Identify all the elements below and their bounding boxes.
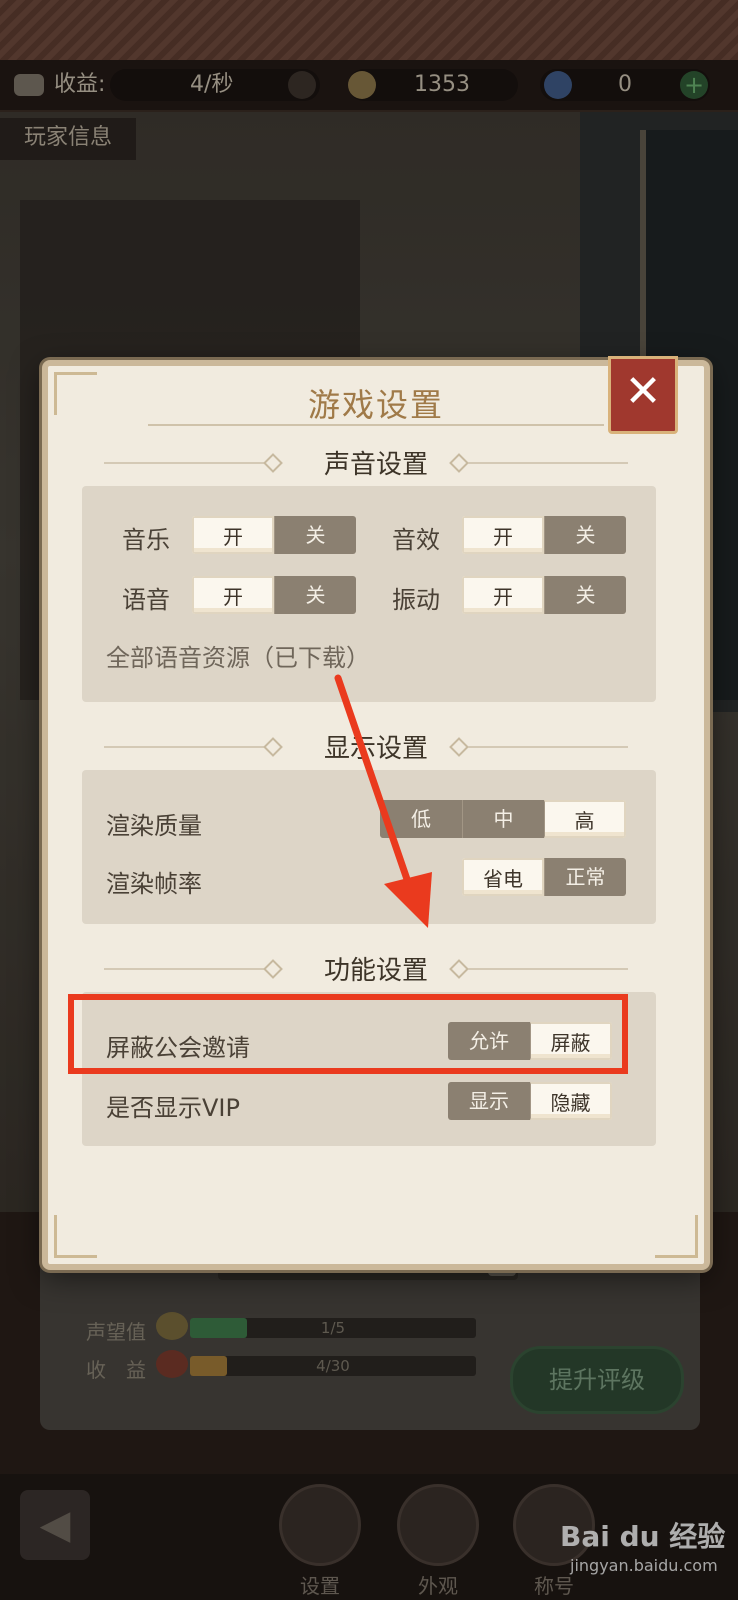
- quality-high-option[interactable]: 高: [544, 800, 626, 838]
- frame-rate-label: 渲染帧率: [106, 870, 202, 898]
- close-button[interactable]: ✕: [608, 356, 678, 434]
- voice-resources-link[interactable]: 全部语音资源（已下载）: [106, 638, 370, 673]
- corner-ornament: [54, 1215, 97, 1258]
- display-settings-group: 渲染质量 低 中 高 渲染帧率 省电 正常: [82, 770, 656, 924]
- voice-off-option[interactable]: 关: [274, 576, 356, 614]
- music-label: 音乐: [122, 526, 170, 554]
- voice-on-option[interactable]: 开: [192, 576, 274, 614]
- sound-settings-group: 音乐 开 关 音效 开 关 语音 开 关 振动 开 关 全部语音资源（已下载）: [82, 486, 656, 702]
- section-rule: [468, 746, 628, 748]
- render-quality-label: 渲染质量: [106, 812, 202, 840]
- title-divider: [148, 424, 604, 426]
- music-toggle[interactable]: 开 关: [192, 516, 356, 554]
- vibration-off-option[interactable]: 关: [544, 576, 626, 614]
- sfx-label: 音效: [392, 526, 440, 554]
- voice-label: 语音: [122, 586, 170, 614]
- sfx-toggle[interactable]: 开 关: [462, 516, 626, 554]
- dialog-title: 游戏设置: [307, 386, 444, 424]
- vip-show-option[interactable]: 显示: [448, 1082, 530, 1120]
- quality-medium-option[interactable]: 中: [462, 800, 544, 838]
- game-settings-dialog: 游戏设置 ✕ 声音设置 音乐 开 关 音效 开 关 语音 开 关 振动 开 关 …: [42, 356, 710, 1270]
- frame-rate-selector[interactable]: 省电 正常: [462, 858, 626, 896]
- corner-ornament: [655, 1215, 698, 1258]
- vip-display-selector[interactable]: 显示 隐藏: [448, 1082, 612, 1120]
- highlight-box-annotation: [68, 994, 628, 1074]
- function-section-header: 功能设置: [48, 948, 704, 988]
- framerate-normal-option[interactable]: 正常: [544, 858, 626, 896]
- framerate-power-save-option[interactable]: 省电: [462, 858, 544, 896]
- sound-section-header: 声音设置: [48, 442, 704, 482]
- quality-low-option[interactable]: 低: [380, 800, 462, 838]
- voice-toggle[interactable]: 开 关: [192, 576, 356, 614]
- sfx-on-option[interactable]: 开: [462, 516, 544, 554]
- display-section-header: 显示设置: [48, 726, 704, 766]
- section-rule: [468, 462, 628, 464]
- music-off-option[interactable]: 关: [274, 516, 356, 554]
- vibration-toggle[interactable]: 开 关: [462, 576, 626, 614]
- section-rule: [468, 968, 628, 970]
- vip-hide-option[interactable]: 隐藏: [530, 1082, 612, 1120]
- vibration-on-option[interactable]: 开: [462, 576, 544, 614]
- music-on-option[interactable]: 开: [192, 516, 274, 554]
- render-quality-selector[interactable]: 低 中 高: [380, 800, 626, 838]
- vibration-label: 振动: [392, 586, 440, 614]
- sfx-off-option[interactable]: 关: [544, 516, 626, 554]
- show-vip-label: 是否显示VIP: [106, 1094, 240, 1122]
